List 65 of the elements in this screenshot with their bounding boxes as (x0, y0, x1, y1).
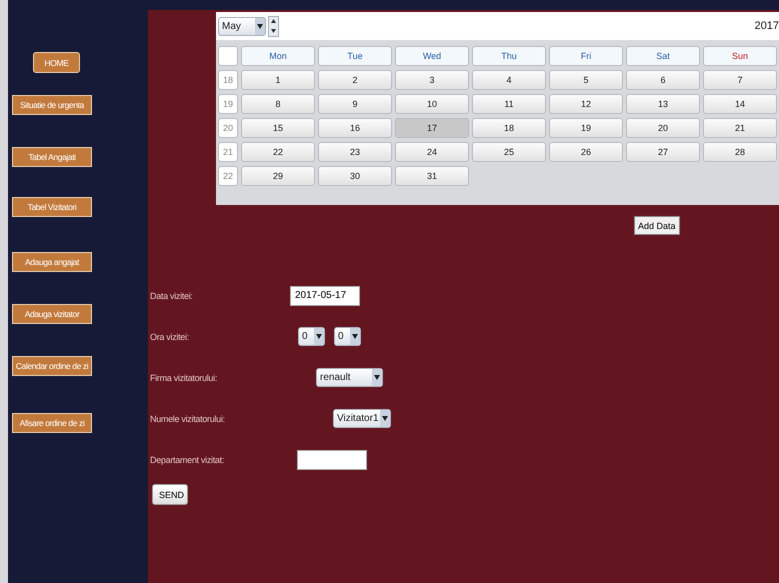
day-button[interactable]: 7 (703, 70, 777, 90)
field-label: Firma vizitatorului: (150, 372, 218, 382)
day-button[interactable]: 22 (241, 142, 315, 162)
input-field[interactable] (297, 450, 367, 470)
day-button[interactable]: 2 (318, 70, 392, 90)
send-button[interactable]: SEND (152, 484, 188, 505)
add-data-button[interactable]: Add Data (634, 216, 680, 235)
field-label: Numele vizitatorului: (150, 414, 226, 424)
day-button[interactable]: 20 (626, 118, 700, 138)
month-dropdown[interactable]: May (218, 16, 266, 36)
field-label: Departament vizitat: (150, 454, 226, 464)
day-button[interactable]: 12 (549, 94, 623, 114)
week-number: 18 (218, 70, 238, 90)
dropdown[interactable]: renault (316, 368, 383, 387)
caret-icon (257, 24, 263, 28)
week-number: 20 (218, 118, 238, 138)
week-number: 22 (218, 166, 238, 186)
input-field[interactable]: 2017-05-17 (290, 286, 360, 306)
day-button[interactable]: 28 (703, 142, 777, 162)
day-button[interactable]: 23 (318, 142, 392, 162)
field-label: Ora vizitei: (150, 332, 190, 342)
day-button[interactable]: 19 (549, 118, 623, 138)
day-button[interactable]: 18 (472, 118, 546, 138)
corner-cell (218, 46, 238, 66)
day-button[interactable]: 8 (241, 94, 315, 114)
dropdown[interactable]: 0 (298, 327, 325, 346)
day-button[interactable]: 1 (241, 70, 315, 90)
day-button[interactable]: 24 (395, 142, 469, 162)
day-button[interactable]: 6 (626, 70, 700, 90)
dropdown[interactable]: 0 (334, 327, 361, 346)
weekday-header: Sat (626, 46, 700, 66)
day-button[interactable]: 9 (318, 94, 392, 114)
weekday-header: Fri (549, 46, 623, 66)
day-button[interactable]: 17 (395, 118, 469, 138)
caret-icon (352, 334, 358, 339)
day-button[interactable]: 11 (472, 94, 546, 114)
day-button[interactable]: 25 (472, 142, 546, 162)
day-button[interactable]: 3 (395, 70, 469, 90)
day-button[interactable]: 31 (395, 166, 469, 186)
day-button[interactable]: 10 (395, 94, 469, 114)
year-label: 2017 (754, 20, 779, 32)
day-button[interactable]: 16 (318, 118, 392, 138)
day-button[interactable]: 29 (241, 166, 315, 186)
weekday-header: Wed (395, 46, 469, 66)
weekday-header: Tue (318, 46, 392, 66)
day-button[interactable]: 15 (241, 118, 315, 138)
field-label: Data vizitei: (150, 290, 194, 300)
day-button[interactable]: 21 (703, 118, 777, 138)
week-number: 21 (218, 142, 238, 162)
weekday-header: Thu (472, 46, 546, 66)
caret-icon (316, 334, 322, 339)
day-button[interactable]: 5 (549, 70, 623, 90)
weekday-header: Mon (241, 46, 315, 66)
day-button[interactable]: 13 (626, 94, 700, 114)
month-spinner[interactable] (268, 16, 279, 36)
day-button[interactable]: 14 (703, 94, 777, 114)
day-button[interactable]: 26 (549, 142, 623, 162)
caret-icon (374, 375, 380, 380)
dropdown[interactable]: Vizitator1 (333, 409, 391, 428)
weekday-header: Sun (703, 46, 777, 66)
week-number: 19 (218, 94, 238, 114)
day-button[interactable]: 30 (318, 166, 392, 186)
day-button[interactable]: 27 (626, 142, 700, 162)
caret-icon (382, 416, 388, 421)
day-button[interactable]: 4 (472, 70, 546, 90)
